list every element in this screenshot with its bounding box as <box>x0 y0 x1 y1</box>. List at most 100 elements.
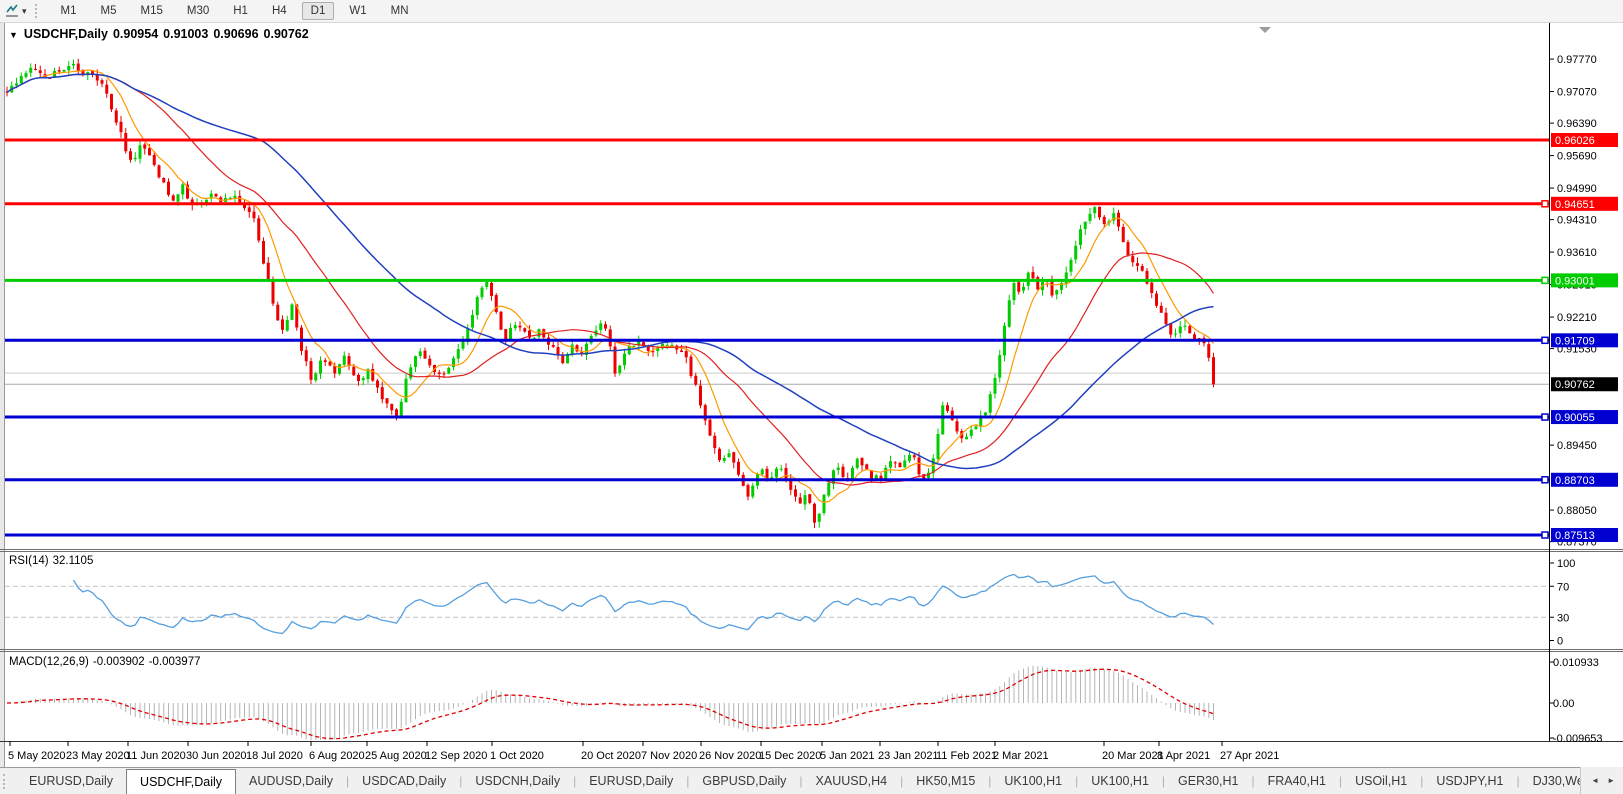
timeframe-button-d1[interactable]: D1 <box>301 2 335 20</box>
price-axis-tick: 0.95690 <box>1557 151 1597 163</box>
candle <box>708 417 712 436</box>
quote-close: 0.90762 <box>263 27 309 41</box>
price-axis-tick: 0.92210 <box>1557 312 1597 324</box>
candle <box>110 93 113 112</box>
symbol-tab-xauusdh4[interactable]: XAUUSD,H4 <box>803 768 901 794</box>
symbol-tab-fra40h1[interactable]: FRA40,H1 <box>1255 768 1339 794</box>
macd-name: MACD(12,26,9) <box>9 656 89 668</box>
timeframe-buttons: M1 M5 M15 M30 H1 H4 D1 W1 MN <box>49 2 421 20</box>
candle <box>290 303 294 321</box>
mt4-window: 0.97770 0.97070 0.96390 0.95690 0.94990 0.943… <box>0 0 1623 794</box>
price-axis-tick: 0.89450 <box>1557 440 1597 452</box>
timeframe-button-h1[interactable]: H1 <box>224 2 257 20</box>
date-axis-label: 7 Nov 2020 <box>641 750 697 762</box>
chart-symbol-label: USDCHF,Daily <box>23 27 108 41</box>
macd-axis-tick: 0.00 <box>1553 698 1574 710</box>
price-axis-tick: 0.88050 <box>1557 505 1597 517</box>
rsi-axis-tick: 30 <box>1557 612 1569 624</box>
timeframe-button-mn[interactable]: MN <box>382 2 418 20</box>
date-axis-label: 20 Mar 2021 <box>1102 750 1164 762</box>
tabbar-grip[interactable] <box>3 774 10 789</box>
current-price-label-text: 0.90762 <box>1555 379 1595 391</box>
candle <box>1126 239 1130 257</box>
chart-title: ▼ USDCHF,Daily 0.90954 0.91003 0.90696 0.9076… <box>9 27 314 41</box>
symbol-tab-eurusddaily[interactable]: EURUSD,Daily <box>16 768 126 794</box>
collapse-icon[interactable]: ▼ <box>9 30 18 40</box>
date-axis-label: 12 Sep 2020 <box>425 750 487 762</box>
symbol-tab-usoilh1[interactable]: USOil,H1 <box>1342 768 1420 794</box>
date-axis-label: 11 Jun 2020 <box>126 750 186 762</box>
chart-canvas[interactable]: 0.97770 0.97070 0.96390 0.95690 0.94990 0.943… <box>0 0 1623 767</box>
chart-tools-icon[interactable] <box>3 3 21 19</box>
price-line-handle[interactable] <box>1541 336 1549 345</box>
date-axis-label: 30 Jun 2020 <box>186 750 247 762</box>
date-axis-label: 5 May 2020 <box>8 750 65 762</box>
price-line-handle[interactable] <box>1541 276 1549 285</box>
quote-high: 0.91003 <box>163 27 209 41</box>
date-axis-label: 25 Aug 2020 <box>365 750 427 762</box>
rsi-axis-tick: 0 <box>1557 636 1563 648</box>
macd-indicator-label: MACD(12,26,9) -0.003902 -0.003977 <box>9 656 204 668</box>
date-axis-label: 27 Apr 2021 <box>1220 750 1279 762</box>
date-axis-label: 18 Jul 2020 <box>246 750 303 762</box>
price-level-label-text: 0.90055 <box>1555 412 1595 424</box>
candle <box>718 447 721 462</box>
macd-main-value: -0.003902 <box>92 656 145 668</box>
symbol-tab-usdcaddaily[interactable]: USDCAD,Daily <box>349 768 459 794</box>
timeframe-button-m15[interactable]: M15 <box>132 2 172 20</box>
date-axis-label: 1 Oct 2020 <box>490 750 544 762</box>
chart-tools-dropdown-icon[interactable]: ▾ <box>22 6 27 17</box>
price-line-handle[interactable] <box>1541 413 1549 421</box>
price-level-label-text: 0.87513 <box>1555 530 1595 542</box>
symbol-tab-uk100h1[interactable]: UK100,H1 <box>1078 768 1162 794</box>
macd-axis-tick: -0.009653 <box>1553 733 1603 745</box>
price-line-handle[interactable] <box>1541 531 1549 539</box>
quote-open: 0.90954 <box>112 27 159 41</box>
price-axis-tick: 0.94990 <box>1557 183 1597 195</box>
rsi-axis-tick: 100 <box>1557 558 1575 570</box>
candle <box>494 293 498 314</box>
price-line-handle[interactable] <box>1541 200 1549 208</box>
timeframe-button-m5[interactable]: M5 <box>92 2 126 20</box>
price-level-label-text: 0.94651 <box>1555 199 1595 211</box>
date-axis-label: 8 Apr 2021 <box>1157 750 1210 762</box>
macd-signal-value: -0.003977 <box>148 656 201 668</box>
date-axis-label: 2 Mar 2021 <box>993 750 1049 762</box>
date-axis-label: 20 Oct 2020 <box>581 750 641 762</box>
candle <box>157 164 161 179</box>
symbol-tab-ger30h1[interactable]: GER30,H1 <box>1165 768 1251 794</box>
candle <box>808 493 812 505</box>
price-level-label-text: 0.96026 <box>1555 135 1595 147</box>
symbol-tab-usdcnhdaily[interactable]: USDCNH,Daily <box>462 768 573 794</box>
rsi-indicator-label: RSI(14) 32.1105 <box>9 555 97 567</box>
candle <box>575 344 579 353</box>
timeframe-button-m30[interactable]: M30 <box>178 2 218 20</box>
candle <box>1036 275 1040 290</box>
timeframe-button-h4[interactable]: H4 <box>263 2 296 20</box>
candle <box>566 352 569 364</box>
toolbar-grip[interactable] <box>34 4 41 18</box>
candle <box>865 463 869 470</box>
symbol-tab-usdchfdaily[interactable]: USDCHF,Daily <box>126 769 236 794</box>
tab-scroll-right-icon[interactable]: ► <box>1603 773 1619 788</box>
date-axis-label: 5 Jan 2021 <box>820 750 874 762</box>
symbol-tab-hk50m15[interactable]: HK50,M15 <box>903 768 988 794</box>
timeframe-button-w1[interactable]: W1 <box>340 2 375 20</box>
tab-scroll-left-icon[interactable]: ◄ <box>1587 773 1603 788</box>
price-level-label-text: 0.93001 <box>1555 275 1595 287</box>
date-axis-label: 6 Aug 2020 <box>309 750 365 762</box>
timeframe-button-m1[interactable]: M1 <box>52 2 86 20</box>
candle <box>827 481 831 498</box>
candle <box>855 457 859 470</box>
symbol-tab-eurusddaily[interactable]: EURUSD,Daily <box>576 768 686 794</box>
candle <box>338 363 341 376</box>
symbol-tab-audusddaily[interactable]: AUDUSD,Daily <box>236 768 346 794</box>
macd-axis-tick: 0.010933 <box>1553 657 1599 669</box>
symbol-tab-gbpusddaily[interactable]: GBPUSD,Daily <box>689 768 799 794</box>
symbol-tab-uk100h1[interactable]: UK100,H1 <box>991 768 1075 794</box>
price-line-handle[interactable] <box>1541 476 1549 484</box>
price-axis-tick: 0.97770 <box>1557 54 1597 66</box>
symbol-tab-usdjpyh1[interactable]: USDJPY,H1 <box>1423 768 1516 794</box>
rsi-name: RSI(14) <box>9 555 49 567</box>
toolbar: ▾ M1 M5 M15 M30 H1 H4 D1 W1 MN <box>0 0 1623 23</box>
